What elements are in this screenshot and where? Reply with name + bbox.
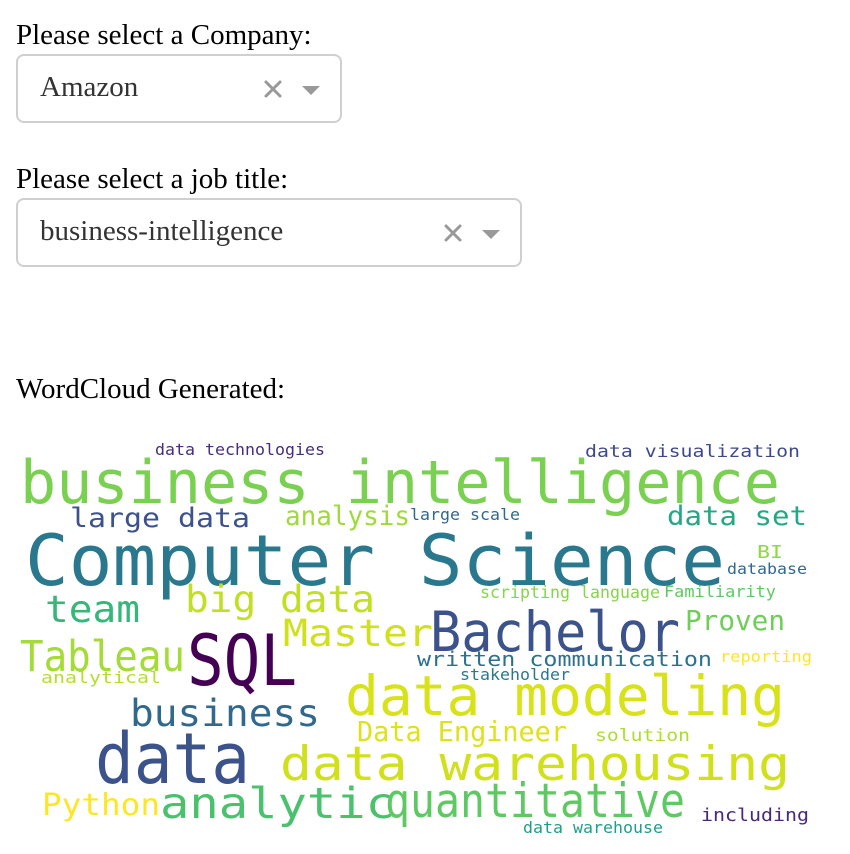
wordcloud-word: analytical: [41, 668, 161, 687]
wordcloud-word: team: [45, 588, 140, 631]
wordcloud-word: database: [727, 560, 807, 578]
company-selected-value: Amazon: [40, 71, 139, 103]
clear-job-title-icon[interactable]: [442, 222, 464, 244]
wordcloud-word: SQL: [187, 620, 297, 702]
wordcloud-word: including: [701, 805, 809, 826]
chevron-down-icon[interactable]: [302, 86, 320, 95]
wordcloud-image: data technologies data visualizationbusin…: [20, 440, 812, 837]
wordcloud-word: Familiarity: [664, 582, 776, 601]
wordcloud-word: Master: [283, 612, 433, 655]
chevron-down-icon[interactable]: [482, 230, 500, 239]
company-select[interactable]: Amazon: [16, 54, 342, 123]
job-title-selected-value: business-intelligence: [40, 215, 284, 247]
job-title-label: Please select a job title:: [16, 163, 289, 195]
wordcloud-heading: WordCloud Generated:: [16, 373, 286, 405]
wordcloud-word: analytic: [160, 779, 395, 829]
wordcloud-word: Python: [42, 788, 160, 823]
job-title-select[interactable]: business-intelligence: [16, 198, 522, 267]
wordcloud-word: Proven: [685, 604, 785, 637]
clear-company-icon[interactable]: [262, 78, 284, 100]
company-label: Please select a Company:: [16, 19, 312, 51]
wordcloud-word: data warehouse: [523, 818, 663, 837]
